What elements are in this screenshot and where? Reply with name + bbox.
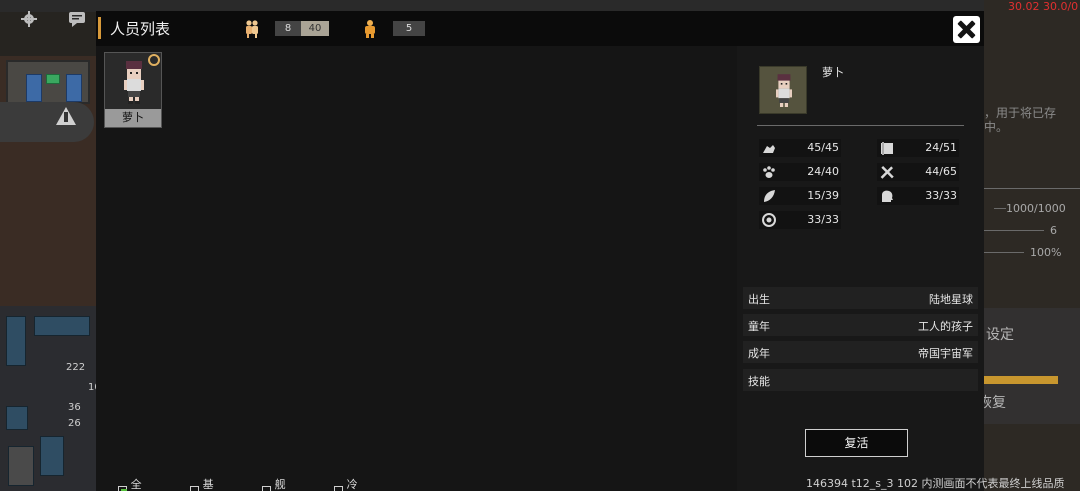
filter-all[interactable]: 全部 [118, 478, 145, 491]
stat-value: 33/33 [807, 213, 839, 226]
filter-base-label: 基地 [202, 478, 214, 491]
crew-count-max: 40 [301, 21, 329, 36]
dialog-header: 人员列表 8 40 5 [96, 11, 984, 46]
leaf-icon [764, 190, 775, 202]
target-icon [762, 213, 776, 227]
robot [8, 446, 34, 486]
divider [994, 208, 1006, 209]
info-key: 童年 [748, 320, 770, 333]
right-side-panel: ，用于将已存 中。 1000/1000 6 100% 设定 恢复 [978, 0, 1080, 491]
info-value: 帝国宇宙军 [918, 347, 973, 360]
warning-mark [64, 112, 68, 122]
detail-divider [757, 125, 964, 126]
checkbox-frozen[interactable] [334, 486, 343, 491]
crew-list-dialog: 人员列表 8 40 5 萝卜 全 基 舰 冷 萝卜 45/45 24/40 15… [96, 11, 984, 491]
bed [26, 74, 42, 102]
info-value: 陆地星球 [929, 293, 973, 306]
filter-fleet[interactable]: 舰队 [262, 478, 289, 491]
stat-animal: 24/40 [759, 163, 841, 181]
strength-arm-icon [763, 145, 775, 153]
crew-group-icon [246, 20, 258, 38]
machine [40, 436, 64, 476]
stat-plant: 15/39 [759, 187, 841, 205]
build-info-footer: 146394 t12_s_3 102 内测画面不代表最终上线品质 [806, 477, 1065, 490]
dialog-title: 人员列表 [110, 20, 171, 38]
stat-value: 24/51 [925, 141, 957, 154]
stat-value: 24/40 [807, 165, 839, 178]
character-name-label: 萝卜 [105, 109, 161, 127]
character-name: 萝卜 [822, 66, 844, 79]
stat-strength: 45/45 [759, 139, 841, 157]
character-sprite [124, 61, 144, 104]
console [46, 74, 60, 84]
crew-count-current: 8 [275, 21, 301, 36]
crew-single-icon [365, 20, 375, 38]
stat-value: 15/39 [807, 189, 839, 202]
alert-bubble[interactable] [0, 102, 94, 142]
divider [984, 230, 1044, 231]
bg-number: 36 [68, 402, 81, 413]
info-row-skills: 技能 [743, 369, 978, 391]
bg-value: 6 [1050, 224, 1057, 237]
progress-bar [984, 376, 1058, 384]
stat-value: 44/65 [925, 165, 957, 178]
left-room [0, 56, 96, 306]
info-value: 工人的孩子 [918, 320, 973, 333]
filter-all-label: 全部 [130, 478, 142, 491]
stat-social: 33/33 [877, 187, 959, 205]
character-detail-panel: 萝卜 45/45 24/40 15/39 33/33 24/51 44/65 3… [737, 46, 984, 491]
bg-description: 中。 [984, 120, 1009, 134]
bg-setting-label: 设定 [986, 327, 1014, 343]
info-row-adulthood: 成年 帝国宇宙军 [743, 341, 978, 363]
info-key: 出生 [748, 293, 770, 306]
settings-gear-icon[interactable] [20, 10, 38, 28]
machine [6, 406, 28, 430]
checkbox-base[interactable] [190, 486, 199, 491]
portrait-sprite [776, 74, 792, 107]
character-card[interactable]: 萝卜 [104, 52, 162, 128]
room-floor [6, 60, 90, 104]
filter-fleet-label: 舰队 [274, 478, 286, 491]
checkbox-all[interactable] [118, 486, 127, 491]
divider [984, 252, 1024, 253]
filter-frozen[interactable]: 冷冻 [334, 478, 361, 491]
revive-button[interactable]: 复活 [805, 429, 908, 457]
machine [6, 316, 26, 366]
character-portrait [759, 66, 807, 114]
machine [34, 316, 90, 336]
stat-value: 33/33 [925, 189, 957, 202]
bg-number: 222 [66, 362, 86, 373]
filter-base[interactable]: 基地 [190, 478, 217, 491]
chat-icon[interactable] [68, 10, 86, 28]
bg-number: 26 [68, 418, 81, 429]
checkbox-fleet[interactable] [262, 486, 271, 491]
close-button[interactable] [953, 16, 980, 43]
bed [66, 74, 82, 102]
head-profile-icon [882, 190, 893, 202]
info-row-childhood: 童年 工人的孩子 [743, 314, 978, 336]
info-key: 技能 [748, 375, 770, 388]
info-row-birth: 出生 陆地星球 [743, 287, 978, 309]
bg-value: 100% [1030, 246, 1062, 259]
bg-value: 1000/1000 [1006, 202, 1066, 215]
stat-value: 45/45 [807, 141, 839, 154]
scroll-icon [881, 142, 893, 155]
fps-readout: 30.02 30.0/0 [1008, 0, 1079, 13]
info-key: 成年 [748, 347, 770, 360]
divider [984, 188, 1080, 189]
stat-crafting: 44/65 [877, 163, 959, 181]
character-list-area: 萝卜 全部 基地 舰队 冷冻 [96, 46, 737, 491]
stat-shooting: 33/33 [759, 211, 841, 229]
title-accent-bar [98, 17, 101, 39]
left-machine-room: 222 10 36 26 [0, 306, 101, 491]
crew-count-secondary: 5 [393, 21, 425, 36]
stat-intellect: 24/51 [877, 139, 959, 157]
gear-badge-icon [148, 54, 160, 66]
filter-frozen-label: 冷冻 [346, 478, 358, 491]
wrench-tools-icon [880, 165, 894, 179]
paw-icon [763, 166, 775, 178]
